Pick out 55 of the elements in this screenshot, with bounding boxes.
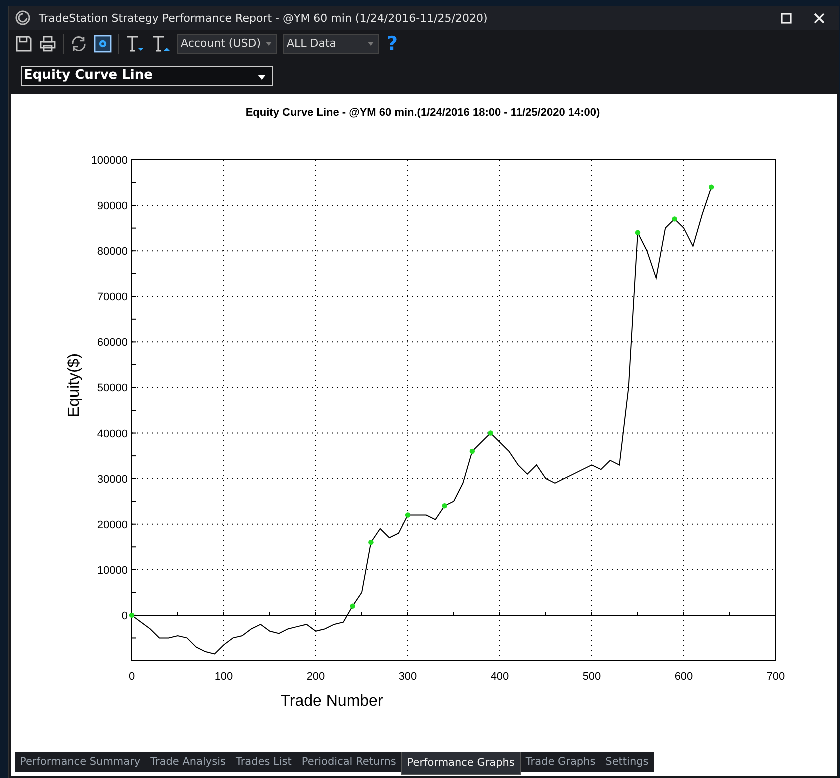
report-tab[interactable]: Trades List — [230, 752, 297, 772]
report-tab[interactable]: Periodical Returns — [296, 752, 402, 772]
close-icon[interactable] — [814, 12, 825, 24]
app-logo-icon — [15, 10, 31, 26]
y-tick-label: 90000 — [97, 200, 128, 213]
y-tick-label: 20000 — [97, 519, 128, 532]
text-decrease-icon[interactable] — [125, 35, 145, 53]
x-tick-label: 100 — [214, 671, 234, 683]
point — [368, 540, 374, 546]
caret-icon — [266, 42, 272, 46]
refresh-icon[interactable] — [70, 35, 88, 53]
report-tab[interactable]: Trade Graphs — [520, 752, 601, 772]
chart-title: Equity Curve Line - @YM 60 min.(1/24/2016 18:00 - 11/25/2020 14:00) — [246, 107, 600, 119]
report-tab[interactable]: Settings — [600, 752, 654, 772]
report-tab[interactable]: Trade Analysis — [146, 752, 231, 772]
window-title: TradeStation Strategy Performance Report - @YM 60 min (1/24/2016-11/25/2020) — [39, 12, 488, 24]
y-tick-label: 0 — [122, 610, 128, 622]
y-tick-label: 60000 — [97, 337, 128, 350]
y-tick-label: 100000 — [91, 155, 128, 167]
x-tick-label: 0 — [128, 671, 136, 683]
help-button[interactable]: ? — [385, 33, 400, 55]
caret-icon — [258, 75, 266, 80]
currency-dropdown[interactable]: Account (USD) — [177, 34, 277, 54]
report-tab[interactable]: Performance Graphs — [401, 752, 521, 775]
y-tick-label: 50000 — [97, 382, 128, 395]
x-tick-label: 700 — [766, 671, 786, 683]
maximize-icon[interactable] — [781, 12, 792, 24]
point — [129, 612, 135, 618]
y-tick-label: 10000 — [97, 564, 128, 577]
y-tick-label: 30000 — [97, 474, 128, 486]
y-tick-label: 80000 — [97, 246, 128, 258]
save-icon[interactable] — [15, 35, 33, 53]
x-tick-label: 200 — [306, 671, 326, 683]
point — [350, 604, 356, 609]
point — [405, 512, 411, 518]
data-range-dropdown[interactable]: ALL Data — [283, 34, 379, 54]
x-tick-label: 400 — [490, 671, 510, 683]
print-icon[interactable] — [39, 35, 57, 53]
x-tick-label: 500 — [582, 671, 602, 683]
point — [672, 216, 678, 222]
x-tick-label: 600 — [674, 671, 694, 683]
point — [470, 448, 475, 454]
report-tab[interactable]: Performance Summary — [15, 752, 146, 772]
point — [709, 184, 714, 190]
graph-type-dropdown[interactable]: Equity Curve Line — [21, 66, 273, 86]
y-axis-title: Equity($) — [66, 353, 83, 418]
y-tick-label: 70000 — [97, 292, 128, 304]
point — [635, 230, 641, 236]
point — [442, 504, 448, 509]
caret-icon — [368, 42, 374, 46]
point — [488, 430, 494, 436]
x-tick-label: 300 — [398, 671, 418, 683]
x-axis-title: Trade Number — [280, 693, 384, 710]
text-increase-icon[interactable] — [151, 35, 171, 53]
y-tick-label: 40000 — [97, 428, 128, 440]
